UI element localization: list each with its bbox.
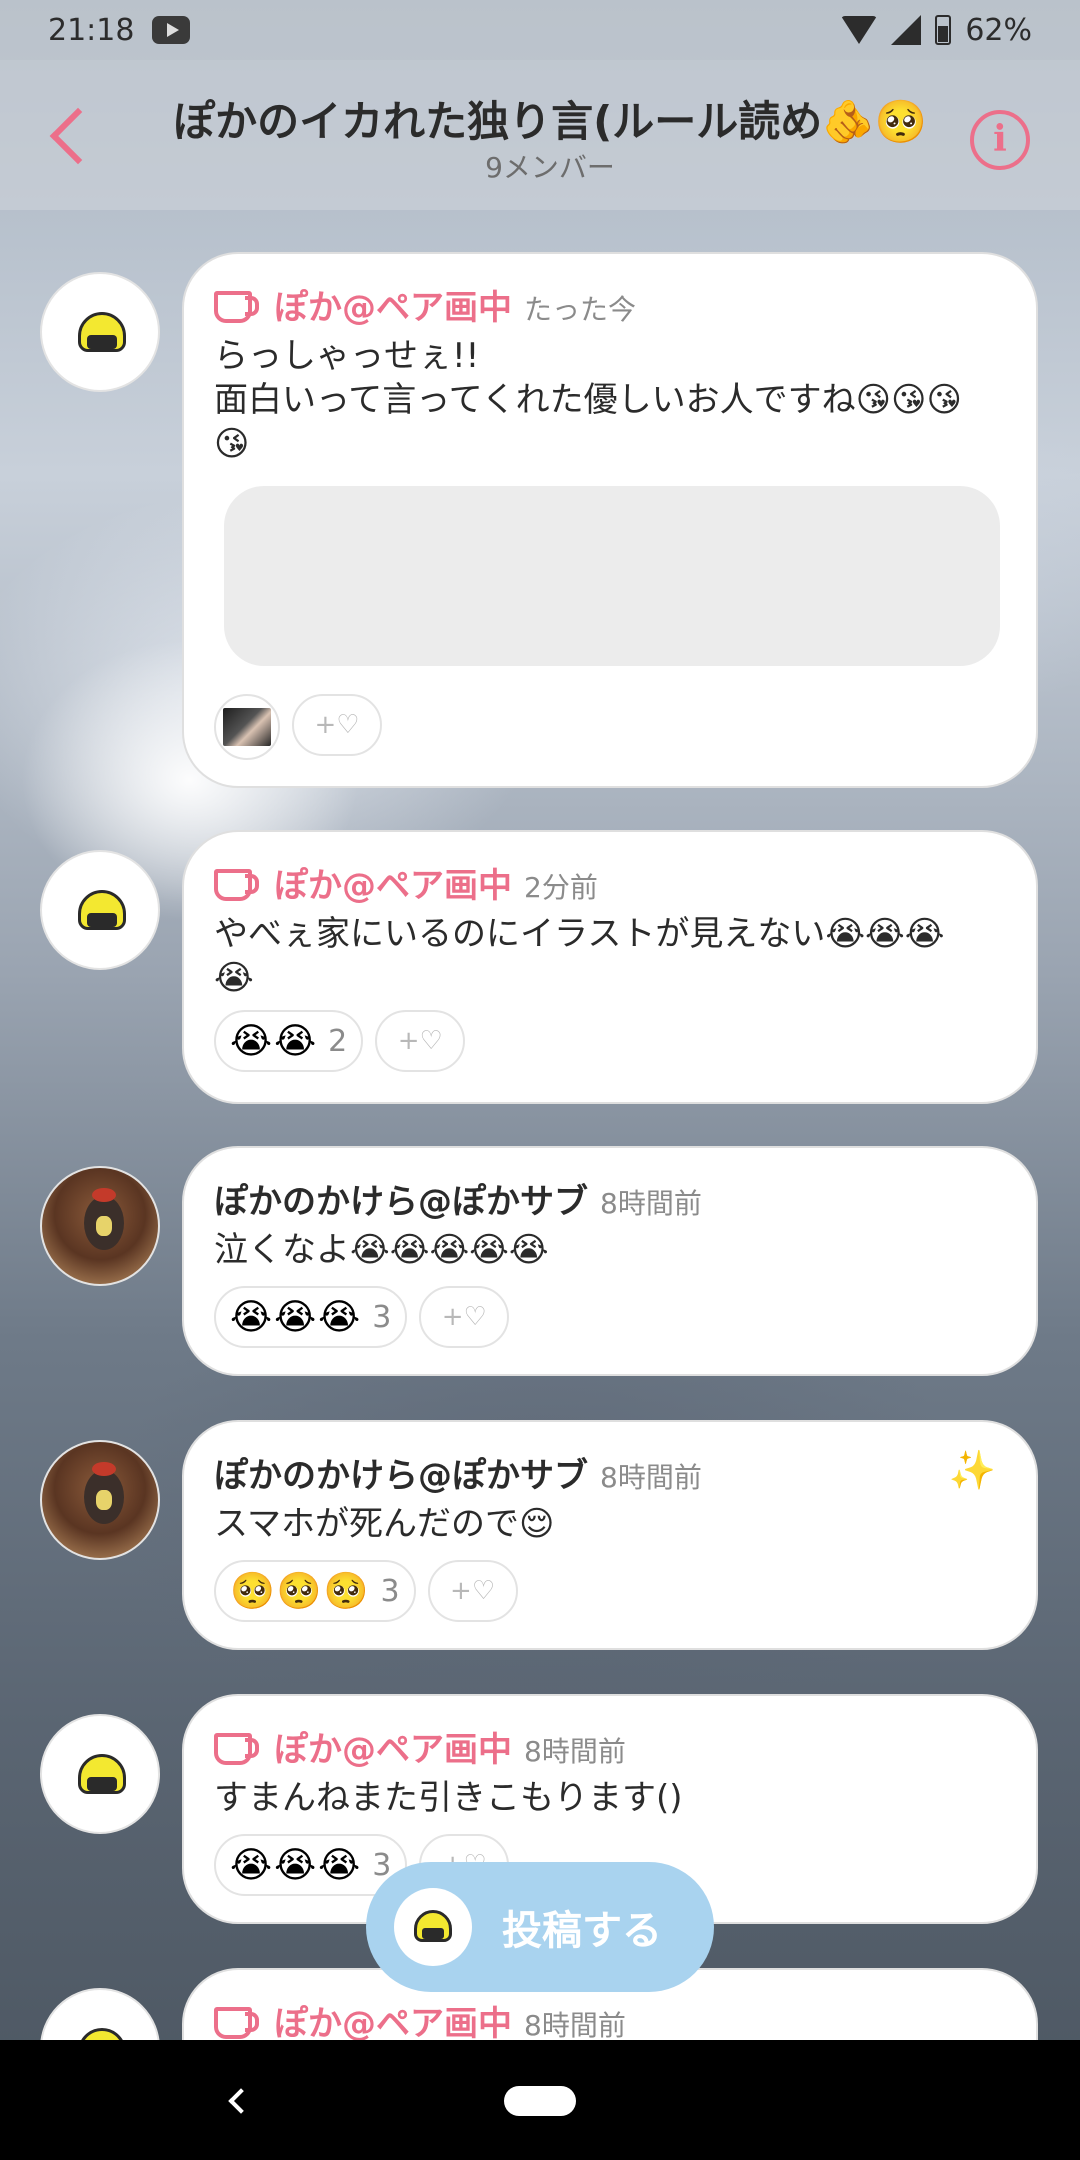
post-button[interactable]: 投稿する <box>366 1862 714 1992</box>
cup-icon <box>214 1731 259 1765</box>
link-preview[interactable] <box>224 486 1000 666</box>
message-time: 8時間前 <box>524 2009 626 2042</box>
sparkle-icon: ✨ <box>948 1448 996 1492</box>
youtube-icon <box>152 16 191 44</box>
message-bubble[interactable]: ぽか@ペア画中 2分前 やべぇ家にいるのにイラストが見えない😭😭😭 😭 😭😭 2… <box>182 830 1038 1104</box>
message-bubble[interactable]: ぽか@ペア画中 たった今 らっしゃっせぇ!! 面白いって言ってくれた優しいお人で… <box>182 252 1038 788</box>
add-reaction-button[interactable]: +♡ <box>292 694 382 756</box>
reaction-pill[interactable]: 😭😭 2 <box>214 1010 364 1072</box>
reaction-count: 3 <box>372 1299 392 1335</box>
message-text: らっしゃっせぇ!! 面白いって言ってくれた優しいお人ですね😘😘😘 😘 <box>214 336 962 464</box>
message-text: 泣くなよ😭😭😭😭😭 <box>214 1230 549 1270</box>
avatar[interactable] <box>40 1166 160 1286</box>
battery-percent: 62% <box>965 12 1032 48</box>
status-bar: 21:18 62% <box>0 0 1080 60</box>
battery-icon <box>935 15 952 45</box>
author-name[interactable]: ぽかのかけら@ぽかサブ <box>214 1174 588 1223</box>
home-pill-icon[interactable] <box>504 2086 576 2116</box>
avatar[interactable] <box>40 850 160 970</box>
reaction-count: 3 <box>380 1573 400 1609</box>
add-reaction-button[interactable]: +♡ <box>419 1286 510 1348</box>
message-text: スマホが死んだので😌 <box>214 1504 555 1544</box>
chevron-left-icon[interactable] <box>49 107 107 165</box>
add-reaction-button[interactable]: +♡ <box>375 1010 466 1072</box>
signal-icon <box>891 15 922 45</box>
message-bubble[interactable]: ぽかのかけら@ぽかサブ 8時間前 ✨ スマホが死んだので😌 🥺🥺🥺 3 +♡ <box>182 1420 1038 1650</box>
author-name[interactable]: ぽか@ペア画中 <box>274 1722 512 1771</box>
author-name[interactable]: ぽか@ペア画中 <box>274 1996 512 2045</box>
author-name[interactable]: ぽか@ペア画中 <box>274 858 512 907</box>
image-reaction[interactable] <box>214 694 280 760</box>
member-count: 9メンバー <box>485 151 615 184</box>
cup-icon <box>214 2005 259 2039</box>
reaction-pill[interactable]: 😭😭😭 3 <box>214 1286 408 1348</box>
author-name[interactable]: ぽか@ペア画中 <box>274 280 512 329</box>
reaction-count: 2 <box>328 1023 348 1059</box>
page-title: ぽかのイカれた独り言(ルール読め🫵🥺 <box>173 97 927 146</box>
reaction-pill[interactable]: 🥺🥺🥺 3 <box>214 1560 416 1622</box>
back-icon[interactable] <box>228 2088 254 2114</box>
message-text: やべぇ家にいるのにイラストが見えない😭😭😭 😭 <box>214 914 945 998</box>
author-name[interactable]: ぽかのかけら@ぽかサブ <box>214 1448 588 1497</box>
message-time: 8時間前 <box>524 1735 626 1768</box>
post-button-label: 投稿する <box>502 1908 662 1954</box>
status-time: 21:18 <box>48 12 135 48</box>
navigation-bar <box>0 2040 1080 2160</box>
message-bubble[interactable]: ぽかのかけら@ぽかサブ 8時間前 泣くなよ😭😭😭😭😭 😭😭😭 3 +♡ <box>182 1146 1038 1376</box>
message-time: 8時間前 <box>600 1461 702 1494</box>
avatar <box>394 1888 472 1966</box>
message-time: たった今 <box>524 293 637 326</box>
cup-icon <box>214 289 259 323</box>
reaction-emojis: 🥺🥺🥺 <box>230 1571 371 1612</box>
message-time: 8時間前 <box>600 1187 702 1220</box>
reaction-emojis: 😭😭😭 <box>230 1844 363 1886</box>
avatar[interactable] <box>40 272 160 392</box>
chat-header: ぽかのイカれた独り言(ルール読め🫵🥺 9メンバー i <box>0 60 1080 210</box>
add-reaction-button[interactable]: +♡ <box>427 1560 518 1622</box>
info-icon[interactable]: i <box>970 110 1030 170</box>
message-text: すまんねまた引きこもります() <box>214 1778 683 1818</box>
cup-icon <box>214 867 259 901</box>
wifi-icon <box>841 16 878 44</box>
reaction-emojis: 😭😭😭 <box>230 1296 363 1338</box>
reaction-emojis: 😭😭 <box>230 1020 319 1062</box>
message-time: 2分前 <box>524 871 598 904</box>
avatar[interactable] <box>40 1440 160 1560</box>
avatar[interactable] <box>40 1714 160 1834</box>
